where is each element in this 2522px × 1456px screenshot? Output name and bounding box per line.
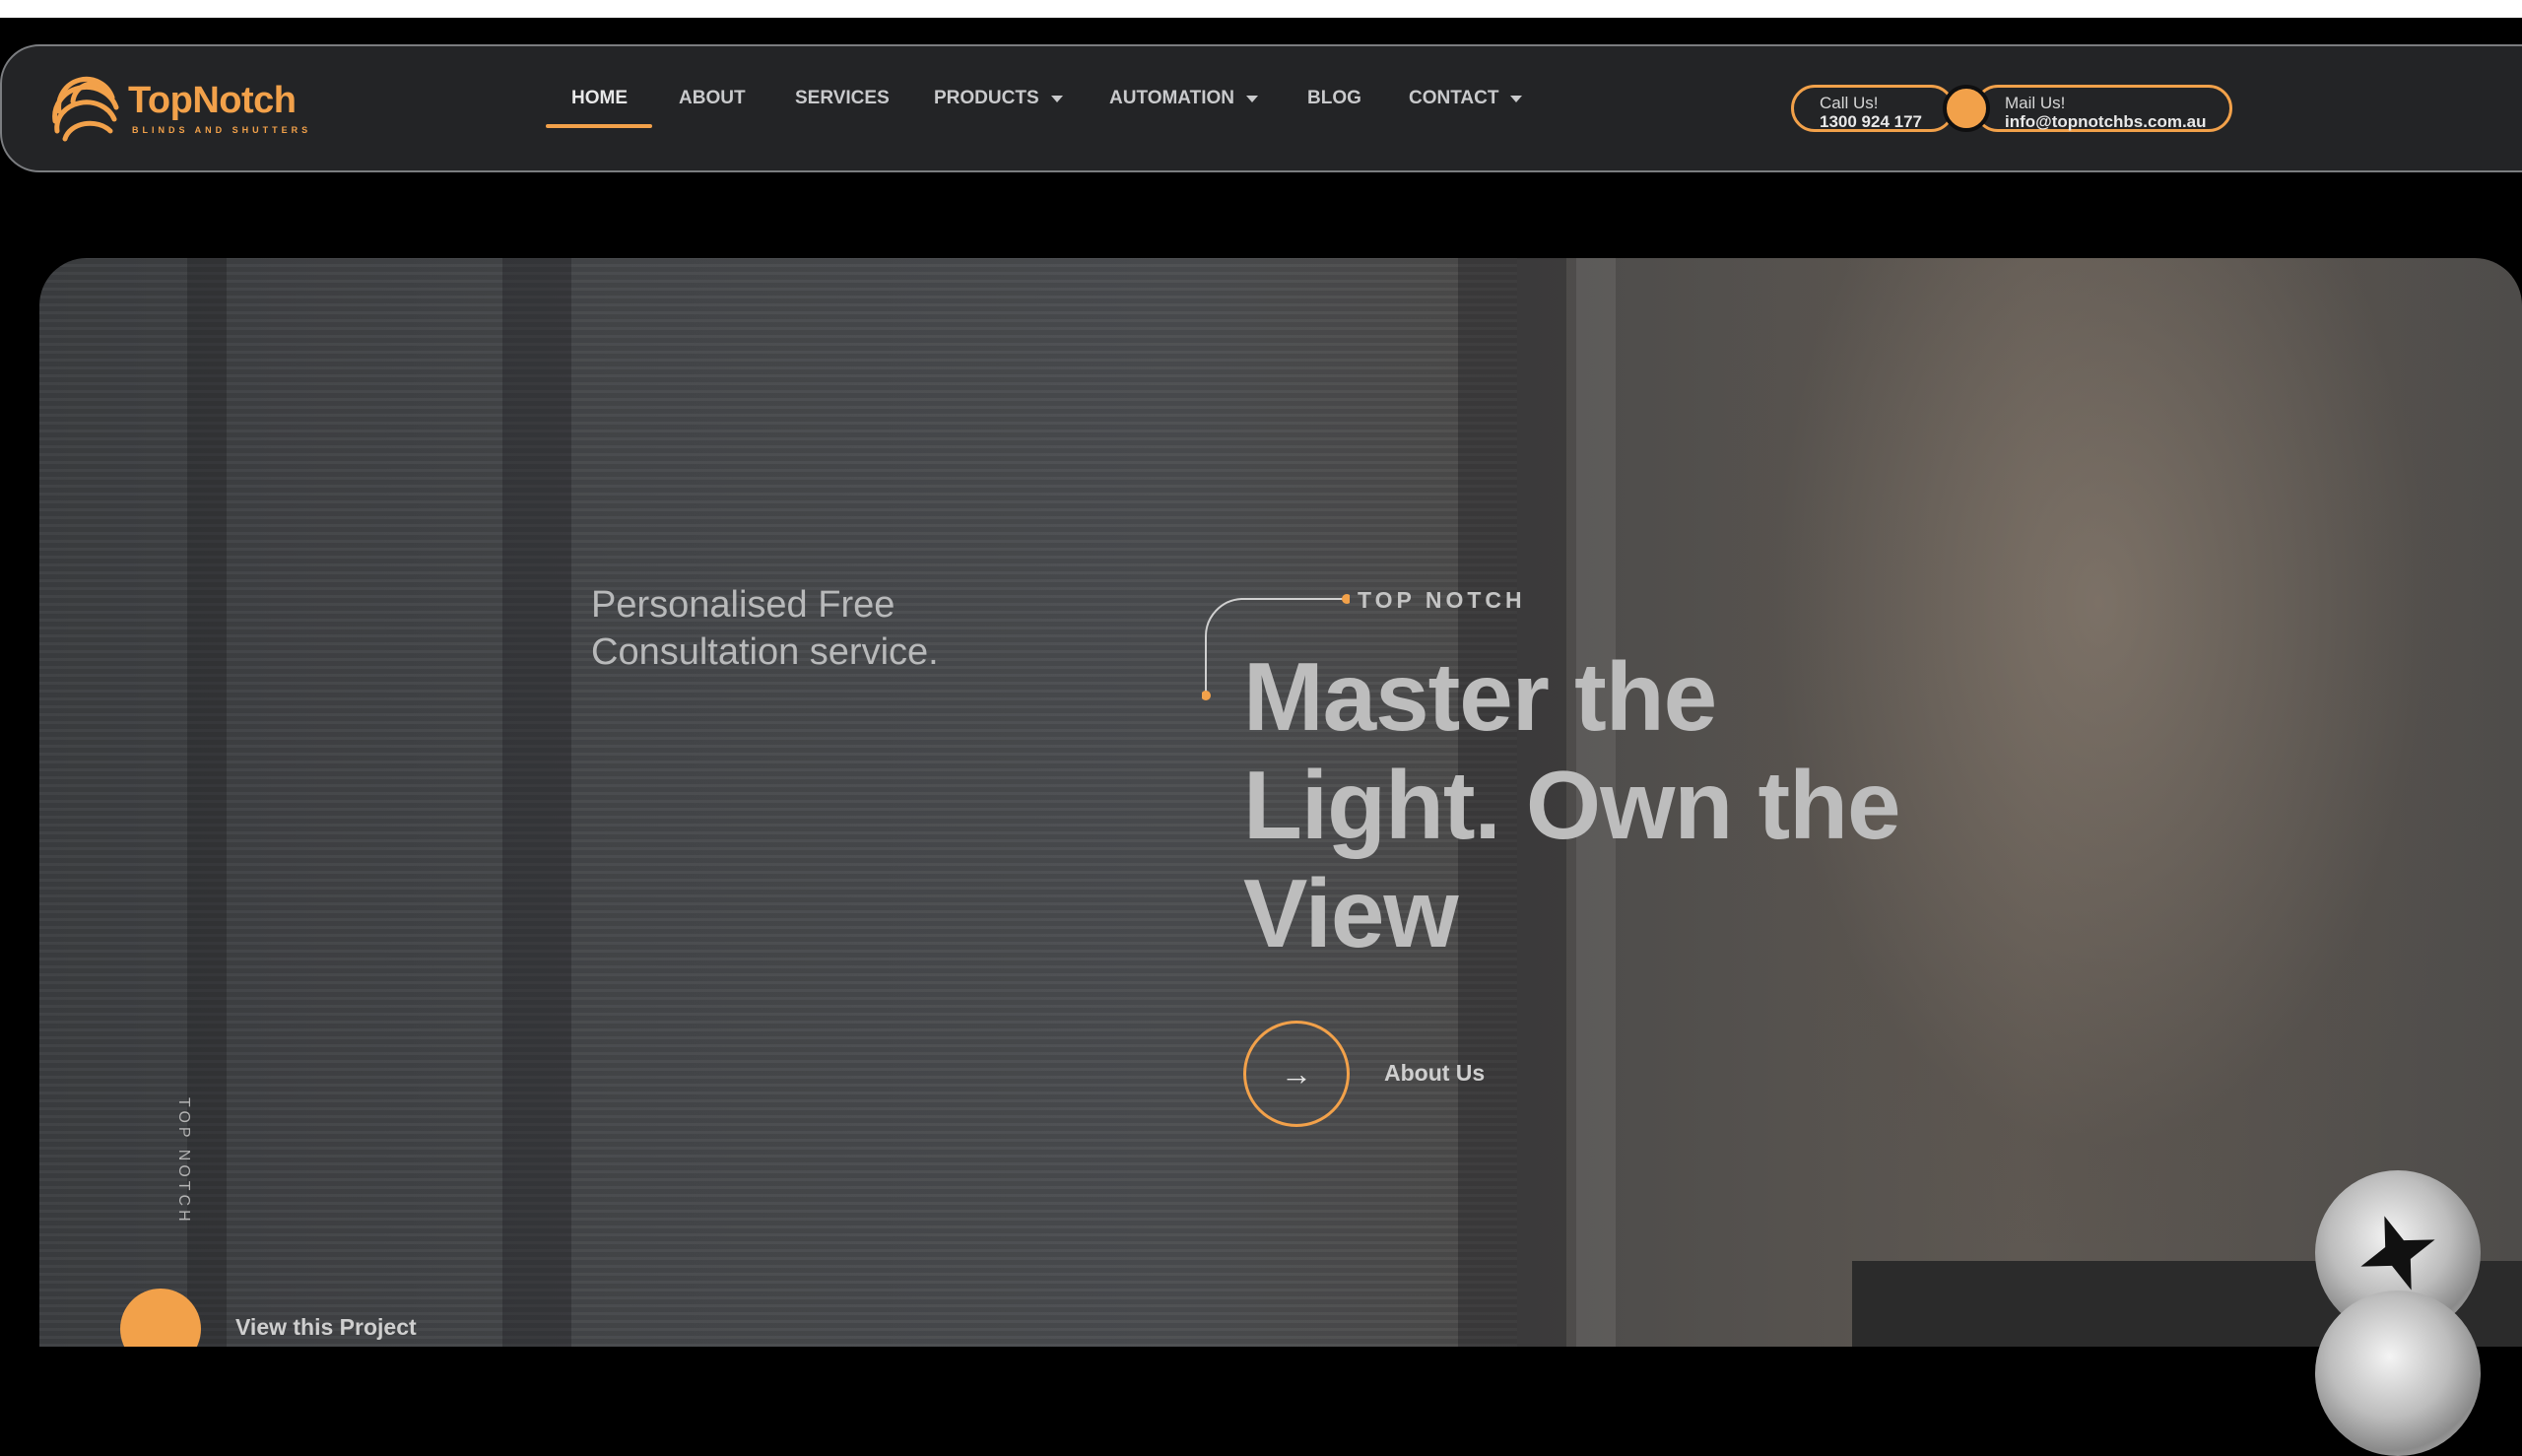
contact-divider-dot — [1943, 85, 1990, 132]
nav-active-underline — [546, 124, 652, 128]
nav-blog[interactable]: BLOG — [1307, 88, 1361, 109]
top-strip — [0, 0, 2522, 18]
hero-headline: Master the Light. Own the View — [1243, 642, 2031, 967]
hero-headline-line3: View — [1243, 859, 1459, 967]
window-frame — [187, 258, 227, 1347]
hero-headline-line2: Light. Own the — [1243, 751, 1900, 859]
logo-tagline: BLINDS AND SHUTTERS — [132, 125, 312, 135]
vertical-brand-label: TOP NOTCH — [175, 1097, 192, 1225]
hero-subtitle-line1: Personalised Free — [591, 584, 896, 626]
mail-us-pill[interactable]: Mail Us! info@topnotchbs.com.au — [1974, 85, 2232, 132]
window-frame — [502, 258, 571, 1347]
hero-subtitle-line2: Consultation service. — [591, 631, 939, 673]
chevron-down-icon — [1510, 95, 1523, 102]
mail-us-label: Mail Us! — [2005, 94, 2066, 112]
mail-us-email: info@topnotchbs.com.au — [2005, 112, 2207, 131]
hero-headline-line1: Master the — [1243, 642, 1717, 751]
view-project-label[interactable]: View this Project — [235, 1314, 417, 1341]
call-us-pill[interactable]: Call Us! 1300 924 177 — [1791, 85, 1955, 132]
nav-home[interactable]: HOME — [571, 88, 628, 109]
nav-services-label: SERVICES — [795, 88, 890, 108]
nav-contact-label: CONTACT — [1409, 88, 1499, 108]
logo[interactable]: TopNotch BLINDS AND SHUTTERS — [51, 76, 307, 147]
hero-section: Personalised Free Consultation service. … — [39, 258, 2522, 1347]
about-us-button[interactable]: → — [1243, 1021, 1350, 1127]
chevron-down-icon — [1050, 95, 1063, 102]
decorative-disc — [2315, 1291, 2481, 1456]
nav-home-label: HOME — [571, 88, 628, 108]
chevron-down-icon — [1246, 95, 1259, 102]
logo-name: TopNotch — [128, 80, 297, 121]
logo-sun-icon — [52, 76, 119, 142]
nav-about-label: ABOUT — [679, 88, 746, 108]
nav-products[interactable]: PRODUCTS — [934, 88, 1063, 109]
hero-subtitle: Personalised Free Consultation service. — [591, 581, 1084, 676]
nav-products-label: PRODUCTS — [934, 88, 1039, 108]
arrow-right-icon: → — [1281, 1055, 1312, 1092]
about-us-label[interactable]: About Us — [1384, 1060, 1485, 1087]
nav-automation-label: AUTOMATION — [1109, 88, 1235, 108]
hero-eyebrow: TOP NOTCH — [1358, 587, 1526, 613]
call-us-label: Call Us! — [1820, 94, 1879, 112]
call-us-number: 1300 924 177 — [1820, 112, 1922, 131]
nav-services[interactable]: SERVICES — [795, 88, 890, 109]
nav-contact[interactable]: CONTACT — [1409, 88, 1523, 109]
nav-automation[interactable]: AUTOMATION — [1109, 88, 1259, 109]
nav-about[interactable]: ABOUT — [679, 88, 746, 109]
nav-blog-label: BLOG — [1307, 88, 1361, 108]
